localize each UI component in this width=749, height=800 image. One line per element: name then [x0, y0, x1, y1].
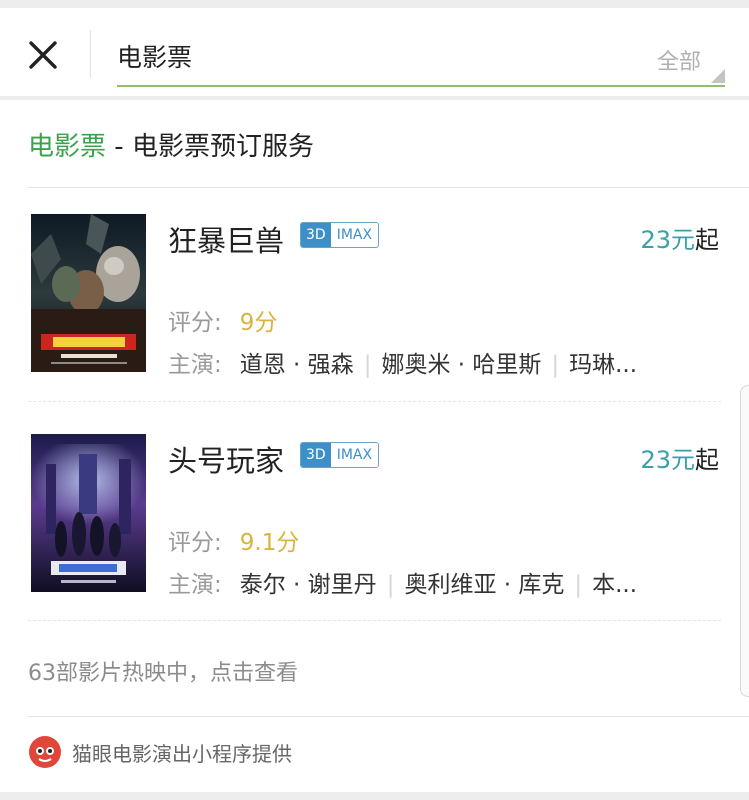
- rating-value: 9分: [239, 310, 278, 336]
- badge-3d: 3D: [301, 223, 331, 247]
- rating-label: 评分:: [168, 530, 222, 556]
- price-suffix: 起: [695, 446, 719, 474]
- rating-label: 评分:: [168, 310, 222, 336]
- search-input[interactable]: [117, 38, 597, 74]
- movie-item[interactable]: 狂暴巨兽 3D IMAX 23元起 评分: 9分 主演: 道恩 · 强森 | 娜奥米 ·…: [0, 200, 749, 380]
- cast-separator: |: [386, 572, 395, 598]
- cast-label: 主演:: [168, 572, 222, 598]
- badge-3d: 3D: [301, 443, 331, 467]
- header-divider: [90, 30, 91, 78]
- cast-member: 奥利维亚 · 库克: [404, 572, 565, 598]
- divider: [28, 716, 749, 717]
- cast-member: 道恩 · 强森: [239, 352, 354, 378]
- cast-separator: |: [551, 352, 560, 378]
- rating-value: 9.1分: [239, 530, 300, 556]
- movie-title[interactable]: 狂暴巨兽: [168, 218, 284, 260]
- search-scope-select[interactable]: 全部: [657, 44, 701, 76]
- movie-title[interactable]: 头号玩家: [168, 438, 284, 480]
- provider-footer: 猫眼电影演出小程序提供: [28, 732, 292, 772]
- cast-separator: |: [574, 572, 583, 598]
- rating-row: 评分: 9.1分: [168, 523, 299, 557]
- cast-row: 主演: 泰尔 · 谢里丹 | 奥利维亚 · 库克 | 本...: [168, 565, 708, 599]
- scope-dropdown-icon[interactable]: [711, 69, 725, 83]
- service-separator: -: [106, 132, 132, 162]
- format-badge: 3D IMAX: [300, 442, 380, 468]
- close-icon[interactable]: [28, 40, 58, 70]
- movie-poster[interactable]: [31, 214, 146, 372]
- item-divider: [28, 401, 721, 402]
- cast-row: 主演: 道恩 · 强森 | 娜奥米 · 哈里斯 | 玛琳...: [168, 345, 708, 379]
- scrollbar[interactable]: [740, 385, 749, 697]
- movie-item[interactable]: 头号玩家 3D IMAX 23元起 评分: 9.1分 主演: 泰尔 · 谢里丹 | 奥利…: [0, 420, 749, 600]
- service-header[interactable]: 电影票 - 电影票预订服务: [28, 126, 314, 163]
- divider: [28, 187, 749, 188]
- cast-separator: |: [363, 352, 372, 378]
- format-badge: 3D IMAX: [300, 222, 380, 248]
- maoyan-logo-icon: [29, 736, 61, 768]
- cast-member: 玛琳...: [569, 352, 638, 378]
- price: 23元起: [640, 440, 719, 475]
- more-movies-link[interactable]: 63部影片热映中，点击查看: [28, 655, 298, 687]
- badge-imax: IMAX: [330, 223, 379, 247]
- result-card: 电影票 - 电影票预订服务 狂暴巨兽 3D IMAX 23元起 评分: 9分 主…: [0, 100, 749, 792]
- service-name[interactable]: 电影票: [28, 132, 106, 162]
- provider-text: 猫眼电影演出小程序提供: [72, 741, 292, 766]
- search-bar: 全部: [0, 8, 749, 96]
- price: 23元起: [640, 220, 719, 255]
- item-divider: [28, 620, 721, 621]
- cast-member: 泰尔 · 谢里丹: [239, 572, 377, 598]
- movie-poster[interactable]: [31, 434, 146, 592]
- price-suffix: 起: [695, 226, 719, 254]
- search-field[interactable]: 全部: [117, 30, 725, 87]
- cast-member: 娜奥米 · 哈里斯: [381, 352, 542, 378]
- close-button[interactable]: [22, 34, 64, 76]
- badge-imax: IMAX: [330, 443, 379, 467]
- cast-member: 本...: [592, 572, 638, 598]
- price-value: 23元: [640, 226, 695, 254]
- service-description: 电影票预订服务: [131, 132, 314, 162]
- rating-row: 评分: 9分: [168, 303, 277, 337]
- price-value: 23元: [640, 446, 695, 474]
- cast-label: 主演:: [168, 352, 222, 378]
